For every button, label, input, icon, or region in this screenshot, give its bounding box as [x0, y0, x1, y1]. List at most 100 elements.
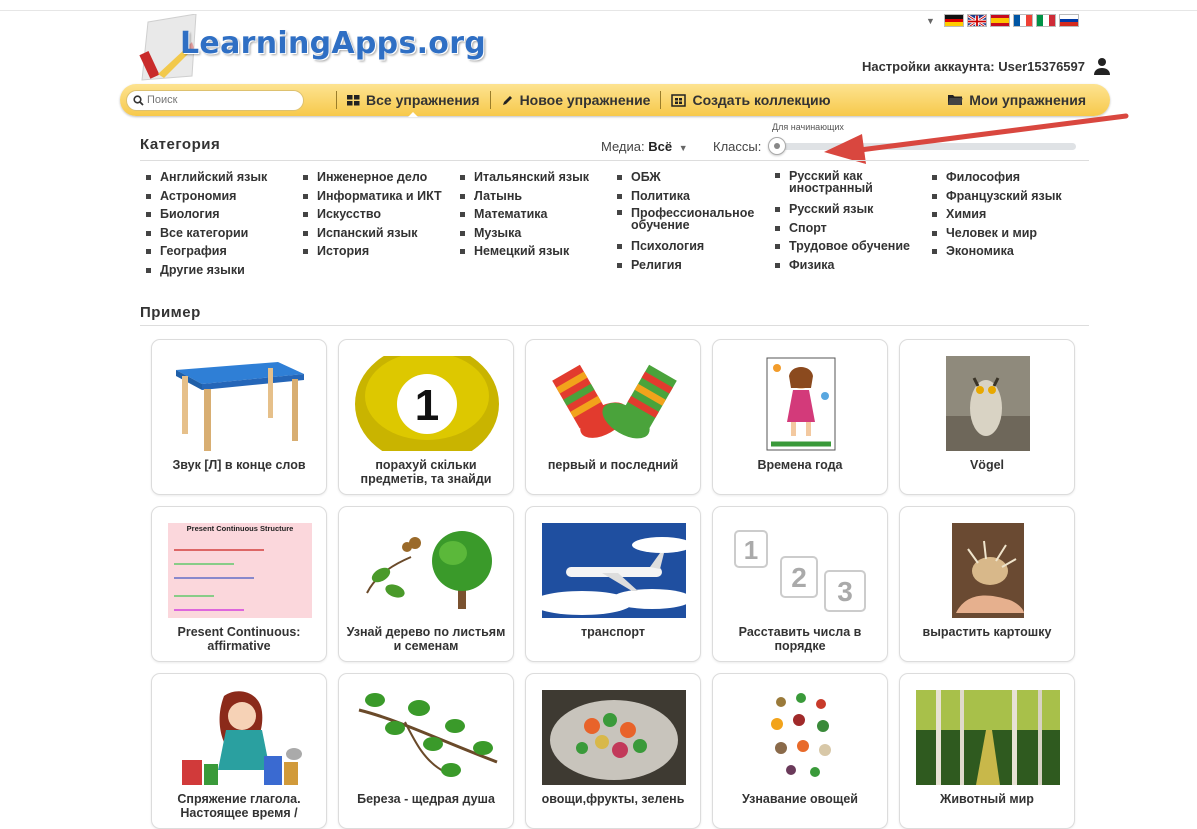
classes-slider-handle[interactable]: [768, 137, 786, 155]
svg-text:1: 1: [744, 535, 758, 565]
nav-create-collection-label: Создать коллекцию: [692, 92, 831, 108]
svg-text:1: 1: [415, 381, 439, 430]
nav-create-collection[interactable]: Создать коллекцию: [661, 84, 840, 116]
category-link[interactable]: Музыка: [460, 224, 617, 243]
category-link[interactable]: Искусство: [303, 205, 460, 224]
category-link[interactable]: Человек и мир: [932, 224, 1092, 243]
category-link[interactable]: Все категории: [146, 224, 303, 243]
category-column: Итальянский язык Латынь Математика Музык…: [460, 168, 617, 279]
example-card[interactable]: 1 23 Расставить числа в порядке: [712, 506, 888, 662]
grid-icon: [347, 94, 360, 105]
example-card[interactable]: Береза - щедрая душа: [338, 673, 514, 829]
svg-text:3: 3: [837, 576, 853, 607]
nav-all-exercises-label: Все упражнения: [366, 92, 480, 108]
card-label: Узнай дерево по листьям и семенам: [346, 625, 506, 653]
example-card[interactable]: Времена года: [712, 339, 888, 495]
category-link[interactable]: Инженерное дело: [303, 168, 460, 187]
example-card[interactable]: вырастить картошку: [899, 506, 1075, 662]
category-link[interactable]: География: [146, 242, 303, 261]
vegetables-icon[interactable]: [729, 690, 873, 785]
category-column: Русский как иностранный Русский язык Спо…: [775, 168, 932, 279]
category-link[interactable]: История: [303, 242, 460, 261]
card-label: Спряжение глагола. Настоящее время /: [177, 792, 301, 820]
example-card[interactable]: транспорт: [525, 506, 701, 662]
card-label: вырастить картошку: [922, 625, 1052, 639]
example-card[interactable]: Узнавание овощей: [712, 673, 888, 829]
examples-divider: [140, 325, 1089, 326]
account-settings[interactable]: Настройки аккаунта: User15376597: [862, 57, 1111, 75]
category-link[interactable]: Информатика и ИКТ: [303, 187, 460, 206]
category-link[interactable]: Русский как иностранный: [775, 168, 885, 194]
airplane-icon[interactable]: [542, 523, 686, 618]
category-link[interactable]: Испанский язык: [303, 224, 460, 243]
examples-title: Пример: [140, 304, 201, 321]
potato-hand-icon[interactable]: [916, 523, 1060, 618]
category-link[interactable]: Профессиональное обучение: [617, 205, 755, 231]
card-label: Vögel: [969, 458, 1005, 472]
nav-new-exercise[interactable]: Новое упражнение: [491, 84, 661, 116]
classes-label: Классы:: [713, 139, 762, 154]
spanish-flag-icon[interactable]: [989, 14, 1010, 27]
table-icon[interactable]: [168, 356, 312, 451]
category-link[interactable]: Итальянский язык: [460, 168, 617, 187]
category-link[interactable]: Психология: [617, 237, 775, 256]
category-link[interactable]: Спорт: [775, 219, 932, 238]
category-link[interactable]: Другие языки: [146, 261, 303, 280]
example-card[interactable]: Узнай дерево по листьям и семенам: [338, 506, 514, 662]
tree-icon[interactable]: [355, 523, 499, 618]
category-link[interactable]: Русский язык: [775, 200, 932, 219]
category-link[interactable]: Немецкий язык: [460, 242, 617, 261]
search-box[interactable]: [126, 89, 304, 111]
category-link[interactable]: Трудовое обучение: [775, 237, 932, 256]
russian-flag-icon[interactable]: [1058, 14, 1079, 27]
nav-all-exercises[interactable]: Все упражнения: [337, 84, 490, 117]
number-cards-icon[interactable]: 1 23: [729, 523, 873, 618]
example-card[interactable]: первый и последний: [525, 339, 701, 495]
example-card[interactable]: Vögel: [899, 339, 1075, 495]
category-link[interactable]: Философия: [932, 168, 1092, 187]
category-link[interactable]: Биология: [146, 205, 303, 224]
category-link[interactable]: Английский язык: [146, 168, 303, 187]
example-card[interactable]: Спряжение глагола. Настоящее время /: [151, 673, 327, 829]
french-flag-icon[interactable]: [1012, 14, 1033, 27]
socks-icon[interactable]: [542, 356, 686, 451]
media-value[interactable]: Всё: [648, 139, 672, 154]
card-label: Present Continuous: affirmative: [177, 625, 301, 653]
forest-icon[interactable]: [916, 690, 1060, 785]
category-link[interactable]: Астрономия: [146, 187, 303, 206]
uk-flag-icon[interactable]: [966, 14, 987, 27]
example-card[interactable]: 1 порахуй скільки предметів, та знайди: [338, 339, 514, 495]
category-link[interactable]: Политика: [617, 187, 775, 206]
logo-text[interactable]: LearningApps.org: [180, 26, 486, 61]
category-link[interactable]: Религия: [617, 256, 775, 275]
category-link[interactable]: Французский язык: [932, 187, 1092, 206]
owl-icon[interactable]: [916, 356, 1060, 451]
category-link[interactable]: Математика: [460, 205, 617, 224]
media-label: Медиа:: [601, 139, 645, 154]
media-filter[interactable]: Медиа: Всё ▼: [601, 139, 688, 154]
ball-number-1-icon[interactable]: 1: [355, 356, 499, 451]
example-card[interactable]: Present Continuous Structure Present Con…: [151, 506, 327, 662]
girl-drawing-icon[interactable]: [729, 356, 873, 451]
chevron-down-icon[interactable]: ▼: [679, 143, 688, 153]
german-flag-icon[interactable]: [943, 14, 964, 27]
italian-flag-icon[interactable]: [1035, 14, 1056, 27]
account-label[interactable]: Настройки аккаунта: User15376597: [862, 59, 1085, 74]
girl-books-icon[interactable]: [168, 690, 312, 785]
salad-icon[interactable]: [542, 690, 686, 785]
category-link[interactable]: Физика: [775, 256, 932, 275]
grammar-slide-icon[interactable]: Present Continuous Structure: [168, 523, 312, 618]
category-link[interactable]: Экономика: [932, 242, 1092, 261]
category-link[interactable]: Латынь: [460, 187, 617, 206]
card-label: Звук [Л] в конце слов: [172, 458, 306, 472]
search-input[interactable]: [147, 94, 287, 106]
category-link[interactable]: Химия: [932, 205, 1092, 224]
example-card[interactable]: Животный мир: [899, 673, 1075, 829]
category-link[interactable]: ОБЖ: [617, 168, 775, 187]
example-card[interactable]: Звук [Л] в конце слов: [151, 339, 327, 495]
language-dropdown-icon[interactable]: ▼: [926, 16, 935, 26]
user-icon[interactable]: [1093, 57, 1111, 75]
birch-branch-icon[interactable]: [355, 690, 499, 785]
example-card[interactable]: овощи,фрукты, зелень: [525, 673, 701, 829]
